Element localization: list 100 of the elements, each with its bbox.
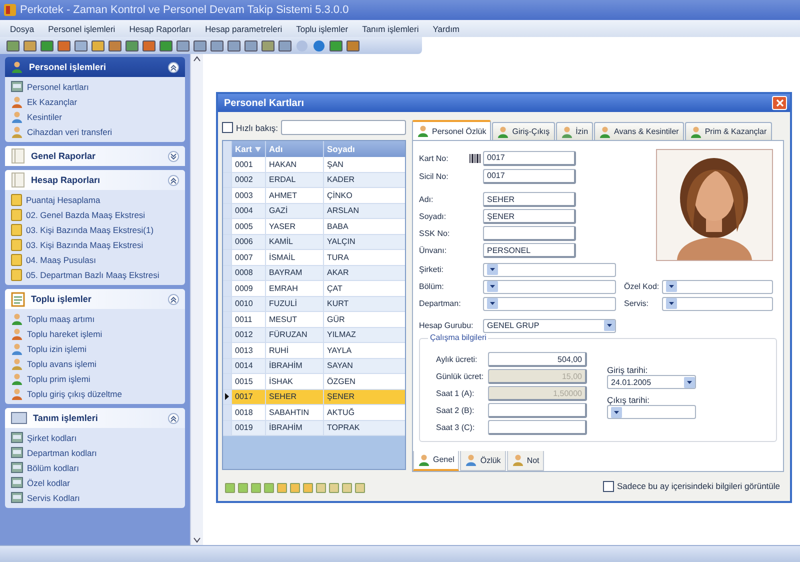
toolbar-icon[interactable] [108, 40, 122, 52]
scroll-up-icon[interactable] [193, 56, 201, 62]
toolbar-icon[interactable] [40, 40, 54, 52]
sidebar-item[interactable]: Kesintiler [11, 109, 179, 124]
expand-icon[interactable] [168, 150, 179, 162]
menu-item[interactable]: Hesap Raporları [129, 24, 192, 34]
dropdown-icon[interactable] [487, 298, 498, 309]
sidebar-item[interactable]: Toplu avans işlemi [11, 356, 179, 371]
panel-header[interactable]: Personel işlemleri [5, 57, 185, 77]
dropdown-icon[interactable] [604, 320, 615, 331]
sidebar-item[interactable]: 04. Maaş Pusulası [11, 252, 179, 267]
table-row[interactable]: 0002 ERDAL KADER [223, 172, 405, 188]
panel-header[interactable]: Hesap Raporları [5, 170, 185, 190]
dropdown-field[interactable]: GENEL GRUP [483, 318, 616, 332]
sidebar-item[interactable]: Personel kartları [11, 79, 179, 94]
toolbar-icon[interactable] [312, 40, 326, 52]
table-row[interactable]: 0013 RUHİ YAYLA [223, 343, 405, 358]
toolbar-icon[interactable] [142, 40, 156, 52]
table-row[interactable]: 0018 SABAHTIN AKTUĞ [223, 405, 405, 420]
sidebar-item[interactable]: 03. Kişi Bazında Maaş Ekstresi [11, 237, 179, 252]
dropdown-icon[interactable] [487, 281, 498, 292]
sidebar-item[interactable]: 03. Kişi Bazında Maaş Ekstresi(1) [11, 222, 179, 237]
row-header[interactable] [223, 390, 231, 404]
table-row[interactable]: 0004 GAZİ ARSLAN [223, 204, 405, 219]
table-row[interactable]: 0017 SEHER ŞENER [223, 390, 405, 405]
toolbar-icon[interactable] [74, 40, 88, 52]
dropdown-icon[interactable] [666, 281, 677, 292]
sidebar-item[interactable]: Toplu izin işlemi [11, 341, 179, 356]
toolbar-icon[interactable] [57, 40, 71, 52]
toolbar-icon[interactable] [329, 40, 343, 52]
table-row[interactable]: 0012 FÜRUZAN YILMAZ [223, 328, 405, 343]
dropdown-field[interactable] [483, 262, 616, 276]
scroll-down-icon[interactable] [193, 537, 201, 543]
sidebar-item[interactable]: Toplu giriş çıkış düzeltme [11, 386, 179, 401]
toolbar-icon[interactable] [193, 40, 207, 52]
text-field[interactable]: SEHER [483, 192, 576, 207]
text-field[interactable]: PERSONEL [483, 243, 576, 258]
toolbar-icon[interactable] [278, 40, 292, 52]
menu-item[interactable]: Yardım [432, 24, 460, 34]
toolbar-icon[interactable] [261, 40, 275, 52]
dropdown-icon[interactable] [666, 298, 677, 309]
dropdown-field[interactable] [662, 296, 773, 310]
dropdown-icon[interactable] [684, 376, 695, 388]
toolbar-icon[interactable] [176, 40, 190, 52]
sidebar-item[interactable]: Şirket kodları [11, 430, 179, 445]
sidebar-item[interactable]: Toplu prim işlemi [11, 371, 179, 386]
toolbar-icon[interactable] [23, 40, 37, 52]
sidebar-item[interactable]: Servis Kodları [11, 490, 179, 505]
text-field[interactable] [488, 420, 587, 435]
text-field[interactable]: 0017 [483, 150, 576, 166]
table-row[interactable]: 0007 İSMAİL TURA [223, 250, 405, 266]
sidebar-item[interactable]: Bölüm kodları [11, 460, 179, 475]
sidebar-item[interactable]: Departman kodları [11, 445, 179, 460]
sidebar-item[interactable]: 05. Departman Bazlı Maaş Ekstresi [11, 267, 179, 282]
tab[interactable]: İzin [556, 122, 594, 140]
toolbar-icon[interactable] [159, 40, 173, 52]
scrollbar[interactable] [190, 54, 203, 545]
sidebar-item[interactable]: Toplu maaş artımı [11, 311, 179, 326]
toolbar-icon[interactable] [227, 40, 241, 52]
collapse-icon[interactable] [168, 294, 179, 304]
toolbar-icon[interactable] [210, 40, 224, 52]
panel-header[interactable]: Genel Raporlar [5, 146, 185, 166]
tab[interactable]: Giriş-Çıkış [492, 122, 555, 140]
sidebar-item[interactable]: Puantaj Hesaplama [11, 192, 179, 207]
collapse-icon[interactable] [168, 412, 179, 424]
tab[interactable]: Avans & Kesintiler [594, 122, 684, 140]
toolbar-icon[interactable] [346, 40, 360, 52]
text-field[interactable]: ŞENER [483, 209, 576, 224]
table-row[interactable]: 0005 YASER BABA [223, 219, 405, 234]
table-row[interactable]: 0009 EMRAH ÇAT [223, 281, 405, 296]
tab[interactable]: Personel Özlük [412, 120, 492, 140]
toolbar-icon[interactable] [244, 40, 258, 52]
table-row[interactable]: 0014 İBRAHİM SAYAN [223, 358, 405, 374]
sidebar-item[interactable]: Toplu hareket işlemi [11, 326, 179, 341]
dropdown-field[interactable] [483, 280, 616, 294]
barcode-icon[interactable] [469, 154, 481, 162]
menu-item[interactable]: Personel işlemleri [48, 24, 116, 34]
table-row[interactable]: 0019 İBRAHİM TOPRAK [223, 420, 405, 436]
date-field[interactable] [607, 405, 696, 419]
tab[interactable]: Özlük [460, 450, 506, 471]
toolbar-icon[interactable] [125, 40, 139, 52]
table-row[interactable]: 0003 AHMET ÇİNKO [223, 188, 405, 204]
collapse-icon[interactable] [168, 174, 179, 186]
text-field[interactable] [488, 403, 587, 418]
table-row[interactable]: 0008 BAYRAM AKAR [223, 266, 405, 281]
date-field[interactable]: 24.01.2005 [607, 375, 696, 389]
text-field[interactable]: 504,00 [488, 352, 587, 367]
checkbox[interactable] [602, 480, 614, 492]
menu-item[interactable]: Hesap parametreleri [205, 24, 282, 34]
table-row[interactable]: 0015 İSHAK ÖZGEN [223, 374, 405, 390]
panel-header[interactable]: Toplu işlemler [5, 289, 185, 309]
dropdown-icon[interactable] [487, 264, 498, 275]
tab[interactable]: Genel [413, 450, 460, 471]
menu-item[interactable]: Toplu işlemler [296, 24, 348, 34]
table-row[interactable]: 0010 FUZULİ KURT [223, 296, 405, 312]
sidebar-item[interactable]: Özel kodlar [11, 475, 179, 490]
dropdown-icon[interactable] [611, 406, 622, 418]
dropdown-field[interactable] [483, 296, 616, 310]
menu-item[interactable]: Dosya [10, 24, 34, 34]
tab[interactable]: Not [506, 450, 544, 471]
